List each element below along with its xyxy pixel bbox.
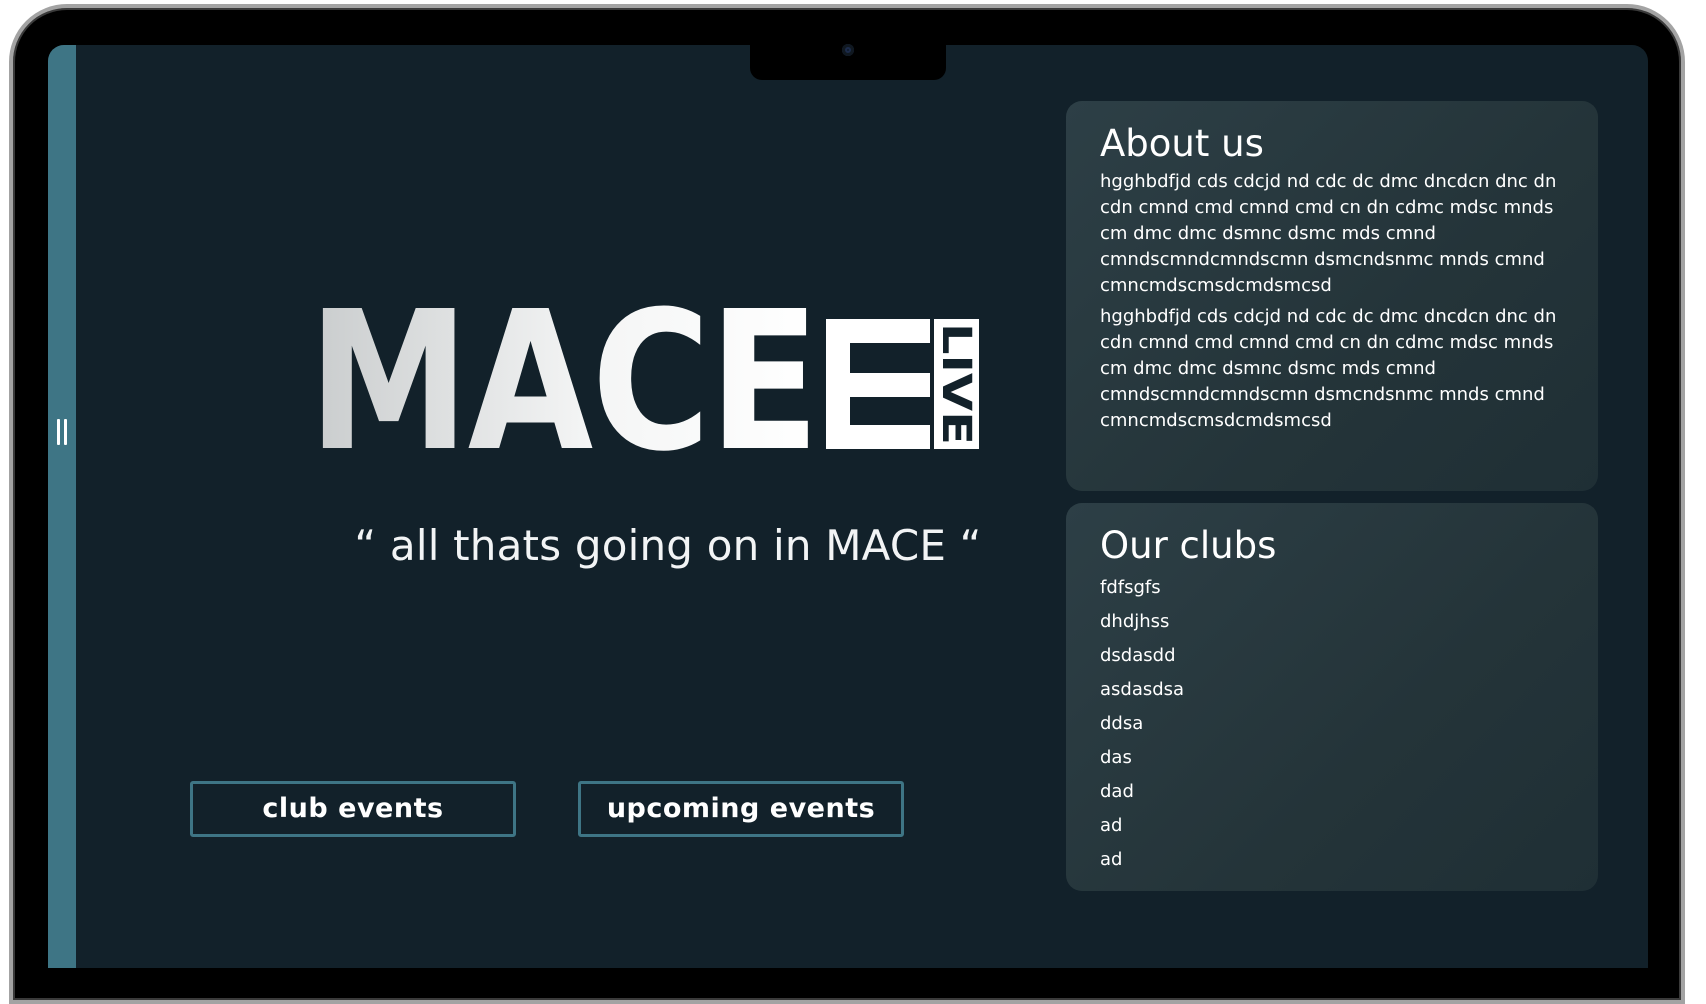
club-item[interactable]: dad [1100,775,1564,809]
about-title: About us [1100,122,1264,165]
club-item[interactable]: dsdasdd [1100,639,1564,673]
club-item[interactable]: dhdjhss [1100,605,1564,639]
upcoming-events-button[interactable]: upcoming events [578,781,904,837]
about-paragraph: hgghbdfjd cds cdcjd nd cdc dc dmc dncdcn… [1100,306,1557,431]
club-item[interactable]: ddsa [1100,707,1564,741]
clubs-panel: Our clubs fdfsgfs dhdjhss dsdasdd asdasd… [1066,503,1598,891]
logo-live-badge: LIVE [933,323,979,445]
clubs-title: Our clubs [1100,524,1277,567]
about-panel: About us hgghbdfjd cds cdcjd nd cdc dc d… [1066,101,1598,491]
brand-logo: MACE LIVE [258,271,1078,494]
camera-notch [750,42,946,80]
clubs-list: fdfsgfs dhdjhss dsdasdd asdasdsa ddsa da… [1100,571,1564,877]
club-item[interactable]: asdasdsa [1100,673,1564,707]
club-item[interactable]: fdfsgfs [1100,571,1564,605]
club-item[interactable]: ad [1100,809,1564,843]
club-item[interactable]: ad [1100,843,1564,877]
app-screen: MACE LIVE “ all thats going on in MACE “… [48,45,1648,968]
club-item[interactable]: das [1100,741,1564,775]
about-paragraph: hgghbdfjd cds cdcjd nd cdc dc dmc dncdcn… [1100,171,1557,296]
logo-wordmark: MACE [308,293,818,453]
menu-toggle-icon[interactable] [56,419,68,447]
club-events-button[interactable]: club events [190,781,516,837]
camera-icon [842,44,854,56]
tagline: “ all thats going on in MACE “ [354,521,982,570]
sidebar [48,45,76,968]
